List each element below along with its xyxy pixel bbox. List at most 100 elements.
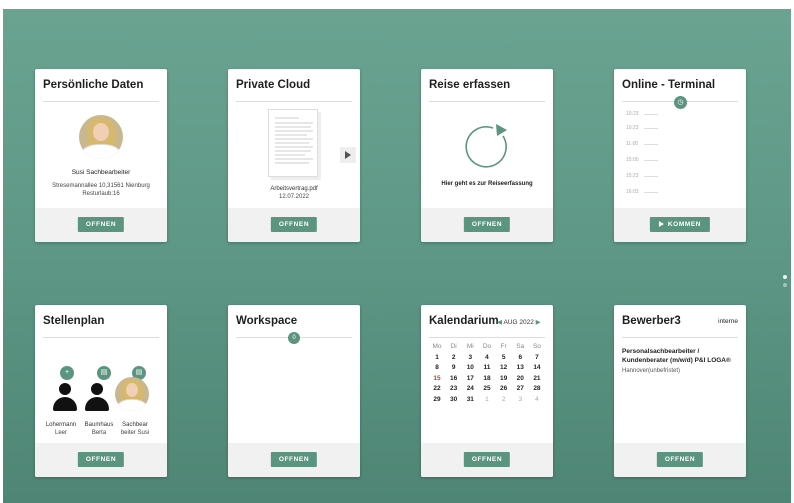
org-chart-icon[interactable]: + bbox=[60, 366, 74, 380]
calendar-day-next-month[interactable]: 1 bbox=[479, 396, 495, 407]
divider bbox=[429, 337, 545, 338]
staff-role: Leer bbox=[54, 430, 67, 436]
card-title: Reise erfassen bbox=[429, 79, 511, 91]
staff-role: beiter Susi bbox=[120, 430, 150, 436]
calendar-day[interactable]: 1 bbox=[429, 354, 445, 365]
card-footer: OFFNEN bbox=[614, 443, 746, 477]
calendar-day-next-month[interactable]: 2 bbox=[496, 396, 512, 407]
person-icon bbox=[53, 383, 77, 413]
divider bbox=[43, 337, 159, 338]
weekday: So bbox=[532, 343, 541, 350]
calendar-day[interactable]: 14 bbox=[529, 364, 545, 375]
calendar-nav: ◀ AUG 2022 ▶ bbox=[497, 318, 541, 326]
open-button[interactable]: OFFNEN bbox=[77, 217, 125, 232]
weekday-row: Mo Di Mi Do Fr Sa So bbox=[429, 343, 545, 354]
open-button[interactable]: OFFNEN bbox=[463, 217, 511, 232]
calendar-day[interactable]: 17 bbox=[462, 375, 478, 386]
open-button[interactable]: OFFNEN bbox=[656, 452, 704, 467]
open-button[interactable]: OFFNEN bbox=[270, 217, 318, 232]
calendar-day[interactable]: 11 bbox=[479, 364, 495, 375]
calendar-day[interactable]: 21 bbox=[529, 375, 545, 386]
time-gridline bbox=[644, 114, 658, 115]
prev-month-icon[interactable]: ◀ bbox=[497, 319, 502, 326]
time-gridline bbox=[644, 144, 658, 145]
calendar-day[interactable]: 18 bbox=[479, 375, 495, 386]
calendar-day[interactable]: 6 bbox=[512, 354, 528, 365]
calendar-day[interactable]: 28 bbox=[529, 385, 545, 396]
card-footer: OFFNEN bbox=[228, 443, 360, 477]
card-private-cloud: Private Cloud Arbeitsvertrag.pdf 12.07.2… bbox=[228, 69, 360, 242]
calendar-day[interactable]: 4 bbox=[479, 354, 495, 365]
avatar bbox=[79, 115, 123, 159]
card-personal-data: Persönliche Daten Susi Sachbearbeiter St… bbox=[35, 69, 167, 242]
workspace-marker: 0 bbox=[288, 332, 300, 344]
staff-name: Sachbear bbox=[122, 422, 148, 428]
next-month-icon[interactable]: ▶ bbox=[536, 319, 541, 326]
calendar-day[interactable]: 20 bbox=[512, 375, 528, 386]
calendar-day[interactable]: 19 bbox=[496, 375, 512, 386]
calendar-day[interactable]: 7 bbox=[529, 354, 545, 365]
week-row: 1 2 3 4 5 6 7 bbox=[429, 354, 545, 365]
weekday: Sa bbox=[516, 343, 525, 350]
page-dot[interactable] bbox=[783, 283, 787, 287]
card-footer: OFFNEN bbox=[421, 208, 553, 242]
divider bbox=[43, 101, 159, 102]
open-button[interactable]: OFFNEN bbox=[463, 452, 511, 467]
calendar-day[interactable]: 12 bbox=[496, 364, 512, 375]
calendar-day-next-month[interactable]: 3 bbox=[512, 396, 528, 407]
divider bbox=[429, 101, 545, 102]
calendar-day[interactable]: 30 bbox=[446, 396, 462, 407]
page-dot-active[interactable] bbox=[783, 275, 787, 279]
calendar-day[interactable]: 10 bbox=[462, 364, 478, 375]
card-footer: OFFNEN bbox=[228, 208, 360, 242]
card-title: Private Cloud bbox=[236, 79, 311, 91]
calendar-day[interactable]: 29 bbox=[429, 396, 445, 407]
time-label: 10:23 bbox=[626, 125, 639, 131]
calendar-day[interactable]: 24 bbox=[462, 385, 478, 396]
calendar-grid: Mo Di Mi Do Fr Sa So 1 2 3 4 5 6 7 8 9 1… bbox=[429, 343, 545, 406]
week-row: 15 16 17 18 19 20 21 bbox=[429, 375, 545, 386]
time-label: 15:00 bbox=[626, 157, 639, 163]
staff-name: Baumhaus bbox=[84, 422, 114, 428]
weekday: Do bbox=[482, 343, 492, 350]
calendar-day[interactable]: 13 bbox=[512, 364, 528, 375]
calendar-day[interactable]: 8 bbox=[429, 364, 445, 375]
clock-in-button[interactable]: KOMMEN bbox=[649, 217, 711, 232]
time-gridline bbox=[644, 128, 658, 129]
calendar-day[interactable]: 16 bbox=[446, 375, 462, 386]
job-title[interactable]: Personalsachbearbeiter / Kundenberater (… bbox=[622, 347, 738, 365]
calendar-day[interactable]: 26 bbox=[496, 385, 512, 396]
calendar-day[interactable]: 9 bbox=[446, 364, 462, 375]
card-title: Persönliche Daten bbox=[43, 79, 144, 91]
calendar-day[interactable]: 5 bbox=[496, 354, 512, 365]
card-footer: OFFNEN bbox=[421, 443, 553, 477]
document-thumbnail[interactable] bbox=[268, 109, 318, 177]
file-name[interactable]: Arbeitsvertrag.pdf bbox=[228, 185, 360, 193]
staff-name: Lohermann bbox=[45, 422, 77, 428]
open-button[interactable]: OFFNEN bbox=[77, 452, 125, 467]
job-location: Hannover(unbefristet) bbox=[622, 368, 681, 374]
calendar-day[interactable]: 3 bbox=[462, 354, 478, 365]
card-footer: OFFNEN bbox=[35, 443, 167, 477]
time-gridline bbox=[644, 160, 658, 161]
calendar-day[interactable]: 2 bbox=[446, 354, 462, 365]
calendar-day[interactable]: 22 bbox=[429, 385, 445, 396]
card-calendar: Kalendarium ◀ AUG 2022 ▶ Mo Di Mi Do Fr … bbox=[421, 305, 553, 477]
id-card-icon[interactable]: ▤ bbox=[97, 366, 111, 380]
calendar-day[interactable]: 27 bbox=[512, 385, 528, 396]
calendar-day-today[interactable]: 15 bbox=[429, 375, 445, 386]
avatar bbox=[115, 377, 149, 411]
calendar-day[interactable]: 25 bbox=[479, 385, 495, 396]
calendar-day-next-month[interactable]: 4 bbox=[529, 396, 545, 407]
play-icon bbox=[658, 221, 664, 227]
open-button[interactable]: OFFNEN bbox=[270, 452, 318, 467]
page-indicator[interactable] bbox=[783, 275, 788, 291]
week-row: 22 23 24 25 26 27 28 bbox=[429, 385, 545, 396]
next-arrow-button[interactable] bbox=[340, 147, 356, 163]
calendar-day[interactable]: 31 bbox=[462, 396, 478, 407]
clock-icon: ◷ bbox=[674, 96, 687, 109]
calendar-day[interactable]: 23 bbox=[446, 385, 462, 396]
time-label: 11:00 bbox=[626, 141, 639, 147]
time-gridline bbox=[644, 192, 658, 193]
user-name: Susi Sachbearbeiter bbox=[71, 169, 131, 176]
